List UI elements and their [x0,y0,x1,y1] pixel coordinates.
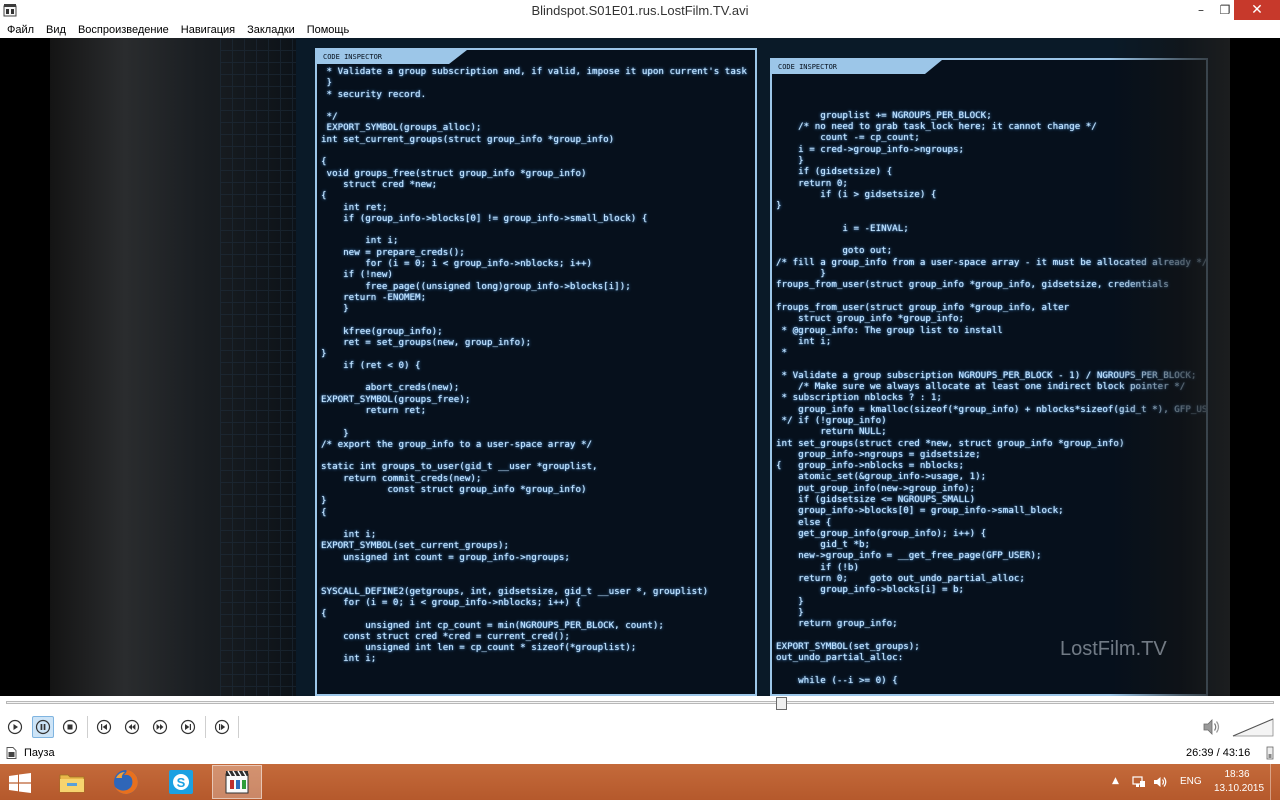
language-indicator[interactable]: ENG [1180,776,1202,787]
document-icon [6,747,17,759]
pause-icon [35,719,51,735]
frame-step-button[interactable] [211,716,233,738]
play-button[interactable] [4,716,26,738]
code-panel-right-tab: CODE INSPECTOR [772,60,942,74]
play-icon [7,719,23,735]
seek-bar[interactable] [0,696,1280,712]
next-button[interactable] [177,716,199,738]
skype-icon: S [169,770,193,794]
code-panel-left-tab: CODE INSPECTOR [317,50,467,64]
skip-next-icon [180,719,196,735]
menu-bar: Файл Вид Воспроизведение Навигация Закла… [0,21,1280,38]
svg-text:S: S [177,775,186,790]
pause-button[interactable] [32,716,54,738]
video-area[interactable]: CODE INSPECTOR * Validate a group subscr… [0,38,1280,696]
taskbar-file-explorer[interactable] [47,765,97,799]
taskbar-firefox[interactable] [101,765,151,799]
seek-track[interactable] [6,701,1274,704]
volume-icon[interactable] [1202,718,1222,736]
playback-time: 26:39 / 43:16 [1186,747,1251,759]
firefox-icon [114,770,138,794]
stop-icon [62,719,78,735]
frame-step-icon [214,719,230,735]
volume-slider[interactable] [1232,716,1274,738]
previous-button[interactable] [93,716,115,738]
clock-time: 18:36 [1224,769,1250,780]
controls-separator [87,716,88,738]
taskbar-skype[interactable]: S [156,765,206,799]
network-icon[interactable] [1131,774,1147,790]
system-clock[interactable]: 18:36 13.10.2015 [1214,768,1265,796]
watermark-text: LostFilm.TV [1060,638,1167,660]
speaker-icon[interactable] [1152,774,1168,790]
skip-previous-icon [96,719,112,735]
playback-controls [0,712,1280,743]
controls-separator [205,716,206,738]
playback-state: Пауза [24,747,55,759]
menu-playback[interactable]: Воспроизведение [78,24,169,36]
media-player-icon [225,770,249,794]
menu-help[interactable]: Помощь [307,24,350,36]
menu-file[interactable]: Файл [7,24,34,36]
volume-meter-icon [1266,746,1274,760]
tray-show-hidden-icons[interactable]: ▲ [1112,776,1119,786]
clock-date: 13.10.2015 [1214,783,1265,794]
menu-view[interactable]: Вид [46,24,66,36]
stop-button[interactable] [59,716,81,738]
rewind-icon [124,719,140,735]
video-shadow-right [1110,38,1230,696]
show-desktop-button[interactable] [1270,764,1280,800]
video-frame: CODE INSPECTOR * Validate a group subscr… [50,38,1230,696]
menu-bookmarks[interactable]: Закладки [247,24,295,36]
menu-navigation[interactable]: Навигация [181,24,235,36]
close-button[interactable]: ✕ [1234,0,1280,20]
fast-forward-button[interactable] [149,716,171,738]
video-grid-pattern [220,38,300,696]
controls-separator [238,716,239,738]
window-title: Blindspot.S01E01.rus.LostFilm.TV.avi [531,3,749,18]
rewind-button[interactable] [121,716,143,738]
folder-icon [59,774,85,793]
windows-start-icon[interactable] [9,773,31,793]
status-bar: Пауза 26:39 / 43:16 [0,743,1280,764]
taskbar: S ▲ ENG 18:36 13.10.2015 [0,764,1280,800]
seek-thumb[interactable] [776,697,787,710]
code-panel-left: CODE INSPECTOR * Validate a group subscr… [315,48,757,696]
title-bar: Blindspot.S01E01.rus.LostFilm.TV.avi – ❐… [0,0,1280,21]
fast-forward-icon [152,719,168,735]
code-text-left: * Validate a group subscription and, if … [321,66,747,665]
taskbar-media-player[interactable] [212,765,262,799]
